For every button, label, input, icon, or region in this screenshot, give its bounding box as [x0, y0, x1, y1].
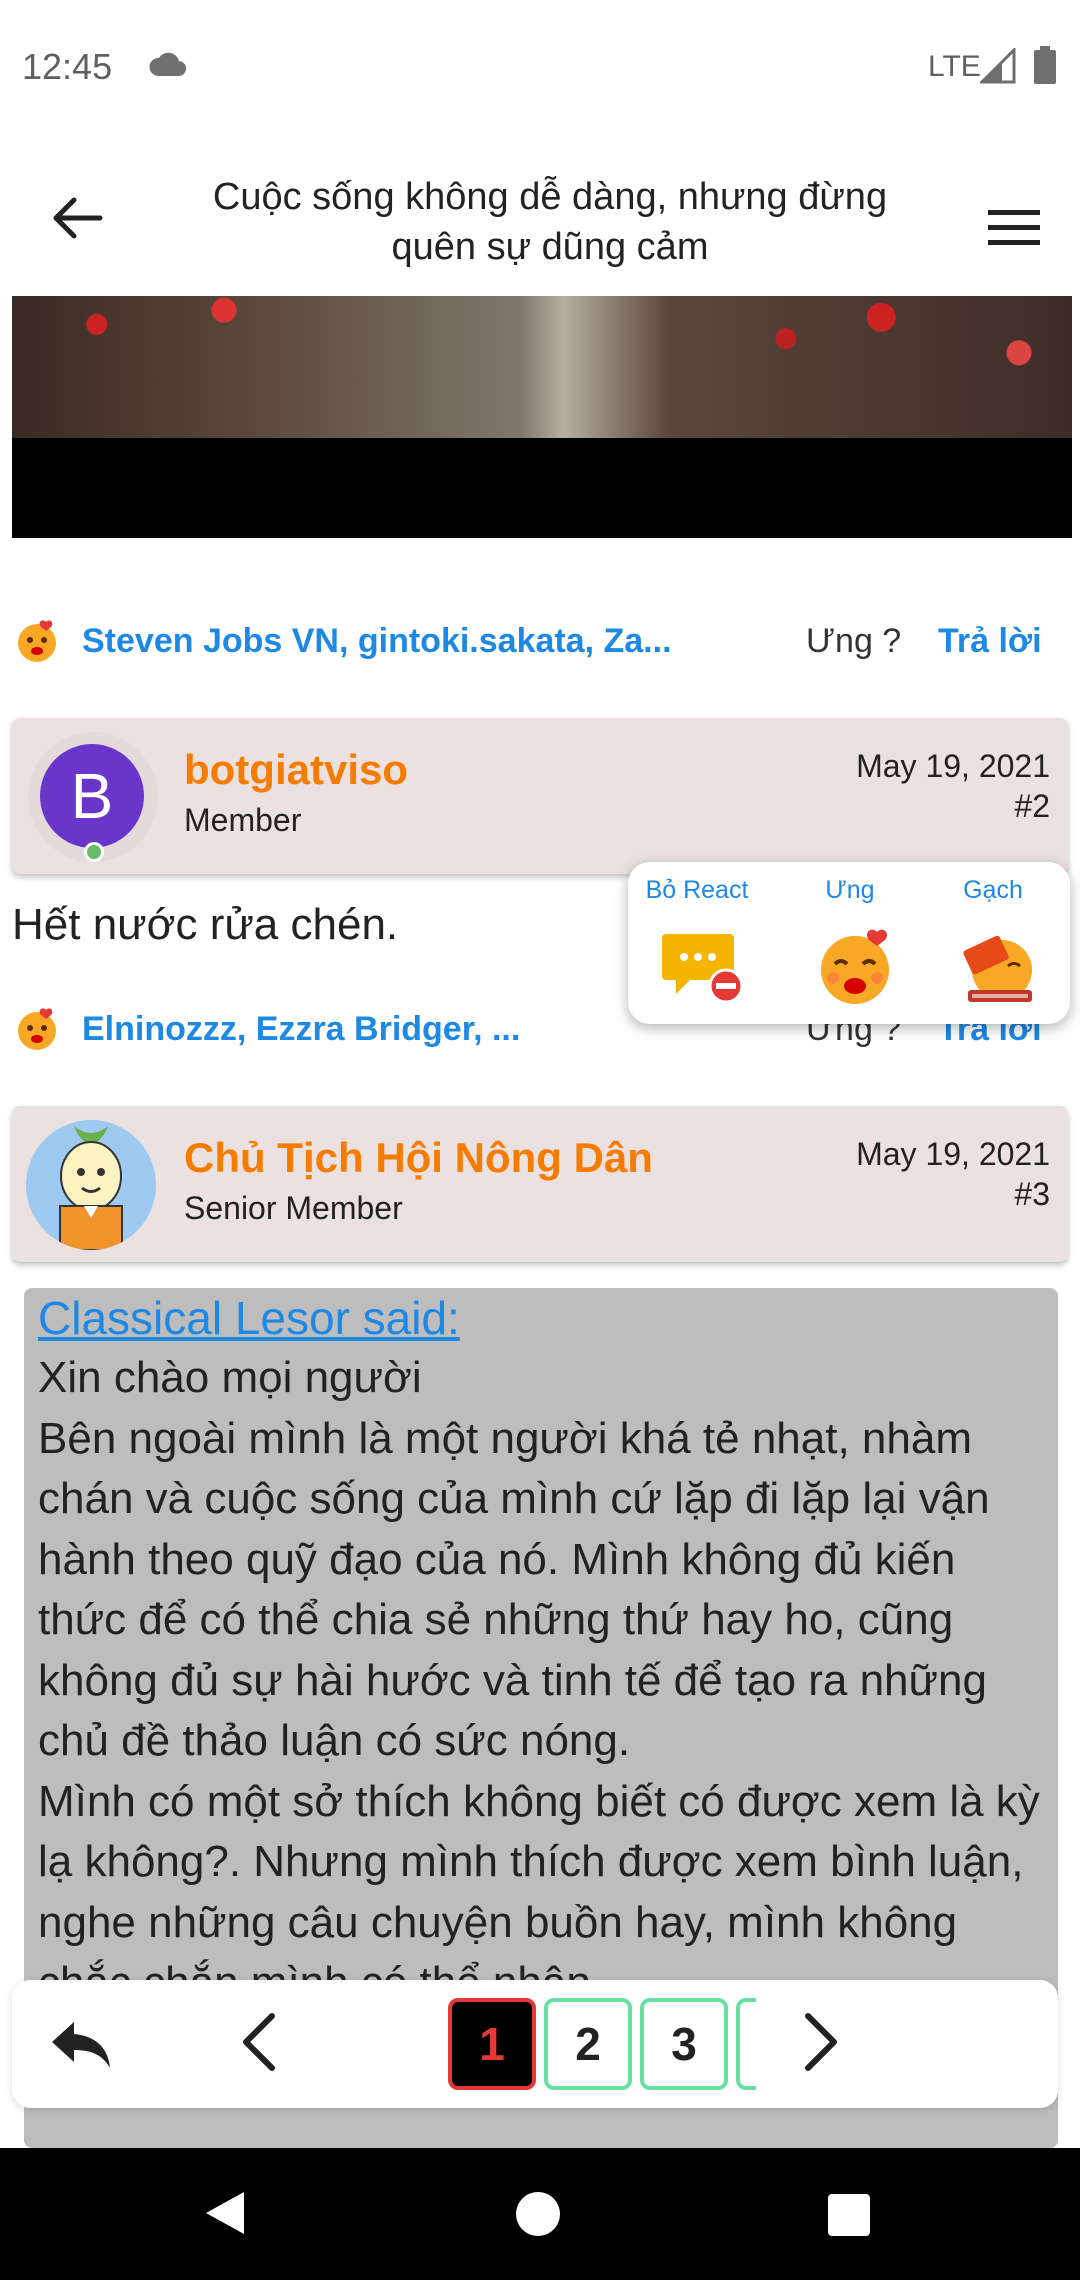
ung-emoji-icon [14, 1006, 60, 1052]
post-header: Chủ Tịch Hội Nông Dân Senior Member May … [12, 1106, 1068, 1262]
avatar[interactable] [26, 1120, 156, 1250]
avatar[interactable]: B [28, 732, 158, 862]
online-status-icon [84, 842, 104, 862]
previous-page-icon[interactable] [234, 2010, 284, 2074]
quote-body: Xin chào mọi người Bên ngoài mình là một… [38, 1353, 1040, 2007]
remove-react-option[interactable]: Bỏ React [632, 862, 762, 1024]
user-role: Senior Member [184, 1190, 403, 1226]
post-date: May 19, 2021 [856, 1136, 1050, 1172]
back-arrow-icon[interactable] [48, 194, 108, 242]
next-page-icon[interactable] [796, 2010, 846, 2074]
gach-react-label: Gạch [963, 876, 1023, 904]
page-button-partial[interactable] [736, 1998, 756, 2090]
status-time: 12:45 [22, 46, 113, 87]
reaction-names-link[interactable]: Steven Jobs VN, gintoki.sakata, Za... [82, 622, 672, 661]
reaction-popup: Bỏ React Ưng Gạch [628, 862, 1070, 1024]
page-button-1[interactable]: 1 [448, 1998, 536, 2090]
ung-react-option[interactable]: Ưng [785, 862, 915, 1024]
pagination-bar: 1 2 3 [12, 1980, 1058, 2108]
username[interactable]: botgiatviso [184, 746, 408, 794]
user-role: Member [184, 802, 302, 838]
battery-icon [1034, 46, 1056, 89]
post-header: B botgiatviso Member May 19, 2021 #2 [12, 718, 1068, 874]
cloud-icon [148, 52, 188, 83]
ung-react-button[interactable]: Ưng ? [806, 622, 901, 661]
post-body: Hết nước rửa chén. [12, 900, 399, 949]
reply-icon[interactable] [48, 2014, 112, 2074]
system-navigation-bar [0, 2148, 1080, 2280]
reply-button[interactable]: Trả lời [938, 622, 1042, 661]
post-number[interactable]: #3 [1014, 1176, 1050, 1213]
reaction-names-link[interactable]: Elninozzz, Ezzra Bridger, ... [82, 1010, 520, 1049]
ung-emoji-icon [14, 618, 60, 664]
network-label: LTE [928, 50, 981, 83]
status-bar: 12:45 LTE [0, 0, 1080, 132]
remove-react-label: Bỏ React [645, 876, 749, 904]
page-button-3[interactable]: 3 [640, 1998, 728, 2090]
username[interactable]: Chủ Tịch Hội Nông Dân [184, 1134, 653, 1182]
reactions-row: Steven Jobs VN, gintoki.sakata, Za... Ưn… [0, 612, 1080, 672]
hamburger-menu-icon[interactable] [986, 206, 1042, 250]
ung-emoji-icon [815, 926, 895, 1006]
post-date: May 19, 2021 [856, 748, 1050, 784]
nav-back-icon[interactable] [204, 2190, 246, 2241]
crowd-scene-image [12, 296, 1072, 438]
gach-brick-icon [958, 926, 1038, 1006]
post-image[interactable] [12, 296, 1072, 538]
remove-react-icon [662, 926, 744, 1006]
page-button-2[interactable]: 2 [544, 1998, 632, 2090]
app-bar: Cuộc sống không dễ dàng, nhưng đừng quên… [0, 132, 1080, 292]
ung-react-label: Ưng [825, 876, 875, 904]
thread-title: Cuộc sống không dễ dàng, nhưng đừng quên… [212, 176, 888, 268]
nav-recents-icon[interactable] [828, 2194, 870, 2236]
quote-author-link[interactable]: Classical Lesor said: [38, 1288, 1044, 1348]
gach-react-option[interactable]: Gạch [928, 862, 1058, 1024]
farmer-avatar-icon [26, 1120, 156, 1250]
signal-icon [978, 46, 1016, 89]
nav-home-icon[interactable] [516, 2192, 560, 2236]
post-number[interactable]: #2 [1014, 788, 1050, 825]
avatar-letter: B [40, 744, 144, 848]
